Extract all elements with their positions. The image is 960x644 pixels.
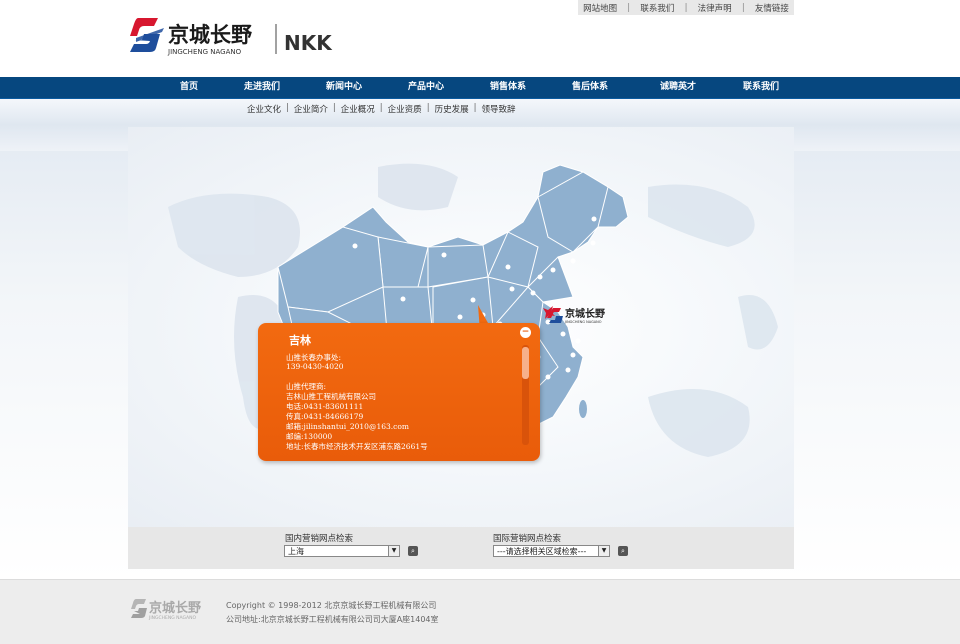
top-link-sitemap[interactable]: 网站地图 [583,2,617,14]
site-logo[interactable]: 京城长野 JINGCHENG NAGANO NKK [128,14,343,56]
company-logo-icon: 京城长野 JINGCHENG NAGANO NKK [130,18,333,56]
marker-logo-text: 京城长野 [565,307,605,320]
copyright-text: Copyright © 1998-2012 北京京城长野工程机械有限公司 [226,601,437,610]
footer-logo-subtext: JINGCHENG NAGANO [148,615,196,621]
domestic-select-value: 上海 [288,547,304,556]
divider: | [379,103,383,113]
top-link-friends[interactable]: 友情链接 [755,2,789,14]
top-link-legal[interactable]: 法律声明 [698,2,732,14]
divider: | [332,103,336,113]
chevron-down-icon: ▼ [388,546,399,556]
main-nav: 首页 走进我们 新闻中心 产品中心 销售体系 售后体系 诚聘英才 联系我们 [0,77,960,99]
domestic-search-label: 国内营销网点检索 [285,534,354,544]
intl-search-button[interactable]: ⌕ [618,546,628,556]
popup-title: 吉林 [289,334,311,347]
address-text: 公司地址:北京京城长野工程机械有限公司司大厦A座1404室 [226,615,439,624]
domestic-region-select[interactable]: 上海 ▼ [284,545,400,557]
divider: | [741,2,745,13]
top-link-contact[interactable]: 联系我们 [640,2,674,14]
nav-service[interactable]: 售后体系 [572,77,608,98]
intl-select-value: ---请选择相关区域检索--- [497,547,587,556]
divider: | [627,2,631,13]
nav-sales[interactable]: 销售体系 [490,77,526,98]
popup-line: 139-0430-4020 [286,362,344,371]
intl-region-select[interactable]: ---请选择相关区域检索--- ▼ [493,545,610,557]
site-footer: 京城长野 JINGCHENG NAGANO Copyright © 1998-2… [0,579,960,644]
nav-home[interactable]: 首页 [180,77,198,98]
marker-logo-subtext: JINGCHENG NAGANO [564,320,602,324]
divider: | [684,2,688,13]
popup-scroll-thumb[interactable] [522,347,529,379]
region-info-popup: 吉林 − 山推长春办事处: 139-0430-4020 山推代理商: 吉林山推工… [258,323,540,461]
subnav-overview[interactable]: 企业概况 [338,103,378,115]
close-icon[interactable]: − [520,327,531,338]
chevron-down-icon: ▼ [598,546,609,556]
nav-products[interactable]: 产品中心 [408,77,444,98]
nav-news[interactable]: 新闻中心 [326,77,362,98]
network-search-bar: 国内营销网点检索 上海 ▼ ⌕ 国际营销网点检索 ---请选择相关区域检索---… [128,527,794,569]
sub-nav: 企业文化 | 企业简介 | 企业概况 | 企业资质 | 历史发展 | 领导致辞 [244,103,518,115]
subnav-culture[interactable]: 企业文化 [244,103,284,115]
popup-line: 地址:长春市经济技术开发区浦东路2661号 [286,442,428,451]
company-logo-icon: 京城长野 JINGCHENG NAGANO [131,599,201,621]
divider: | [286,103,289,113]
domestic-search-button[interactable]: ⌕ [408,546,418,556]
brand-nkk: NKK [284,31,333,55]
footer-logo: 京城长野 JINGCHENG NAGANO [130,597,210,623]
nav-contact[interactable]: 联系我们 [743,77,779,98]
top-links-bar: 网站地图 | 联系我们 | 法律声明 | 友情链接 [578,0,794,15]
nav-careers[interactable]: 诚聘英才 [660,77,696,98]
logo-subtext: JINGCHENG NAGANO [167,48,242,56]
subnav-qualification[interactable]: 企业资质 [385,103,425,115]
subnav-leader[interactable]: 领导致辞 [478,103,518,115]
intl-search-label: 国际营销网点检索 [493,534,562,544]
nav-about[interactable]: 走进我们 [244,77,280,98]
subnav-history[interactable]: 历史发展 [432,103,472,115]
footer-logo-text: 京城长野 [149,600,201,616]
divider: | [473,103,477,113]
logo-text: 京城长野 [168,23,252,47]
subnav-intro[interactable]: 企业简介 [291,103,331,115]
divider: | [426,103,430,113]
